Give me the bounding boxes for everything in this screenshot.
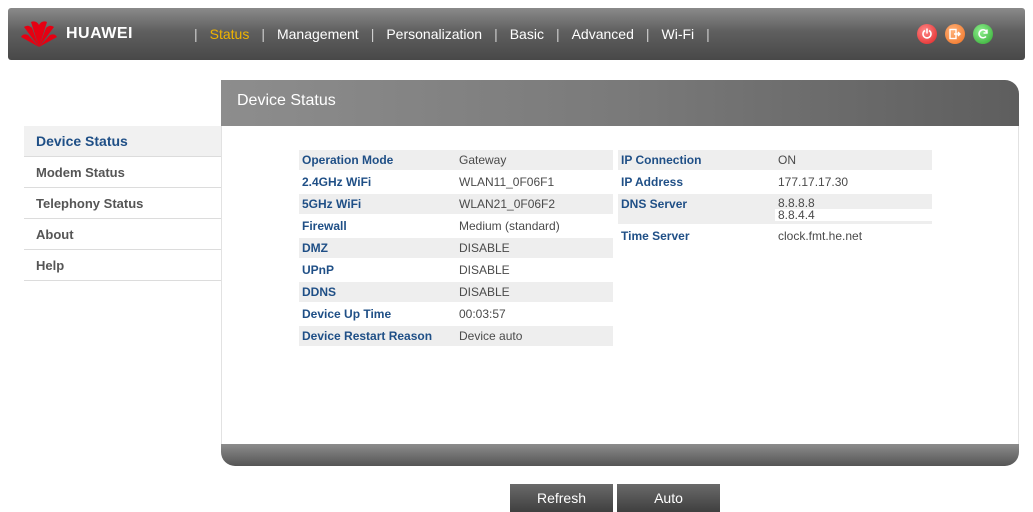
status-table-right: IP Connection ON IP Address 177.17.17.30 D… — [618, 148, 932, 248]
nav-separator: | — [194, 26, 198, 42]
ip-address-label: IP Address — [621, 175, 684, 189]
sidebar-item-telephony-status[interactable]: Telephony Status — [24, 188, 221, 219]
dns-server-value: 8.8.8.8 8.8.4.4 — [775, 194, 932, 224]
table-row: DDNS DISABLE — [299, 282, 613, 302]
nav-item-wifi[interactable]: Wi-Fi — [662, 26, 695, 42]
dns-server-label: DNS Server — [618, 194, 775, 224]
power-icon[interactable] — [917, 24, 937, 44]
status-label: 2.4GHz WiFi — [302, 175, 372, 189]
nav-separator: | — [370, 26, 375, 42]
nav-item-advanced[interactable]: Advanced — [572, 26, 634, 42]
refresh-icon[interactable] — [973, 24, 993, 44]
nav-separator: | — [645, 26, 650, 42]
refresh-button[interactable]: Refresh — [510, 484, 613, 512]
ip-connection-label: IP Connection — [618, 150, 775, 170]
nav-separator: | — [706, 26, 710, 42]
sidebar-item-help[interactable]: Help — [24, 250, 221, 281]
table-row: IP Address 177.17.17.30 — [618, 172, 932, 192]
status-label: UPnP — [302, 263, 335, 277]
table-row: DNS Server 8.8.8.8 8.8.4.4 — [618, 194, 932, 224]
main-nav: | Status | Management | Personalization … — [182, 8, 722, 60]
table-row: IP Connection ON — [618, 150, 932, 170]
panel-body: Operation Mode Gateway 2.4GHz WiFi WLAN11_… — [221, 126, 1019, 446]
sidebar-item-modem-status[interactable]: Modem Status — [24, 157, 221, 188]
table-row: Device Up Time 00:03:57 — [299, 304, 613, 324]
status-value: Gateway — [456, 150, 613, 170]
table-row: Firewall Medium (standard) — [299, 216, 613, 236]
status-table-left: Operation Mode Gateway 2.4GHz WiFi WLAN11_… — [299, 148, 613, 348]
nav-item-basic[interactable]: Basic — [510, 26, 544, 42]
dns-server-secondary: 8.8.4.4 — [775, 209, 932, 221]
nav-separator: | — [494, 26, 498, 42]
status-value: WLAN21_0F06F2 — [456, 194, 613, 214]
nav-separator: | — [261, 26, 265, 42]
status-label: Operation Mode — [299, 150, 456, 170]
status-value: Medium (standard) — [459, 219, 560, 233]
ip-connection-value: ON — [775, 150, 932, 170]
huawei-flower-icon — [21, 21, 57, 47]
table-row: 2.4GHz WiFi WLAN11_0F06F1 — [299, 172, 613, 192]
status-label: DDNS — [299, 282, 456, 302]
status-value: WLAN11_0F06F1 — [459, 175, 555, 189]
status-value: Device auto — [456, 326, 613, 346]
table-row: Time Server clock.fmt.he.net — [618, 226, 932, 246]
table-row: Operation Mode Gateway — [299, 150, 613, 170]
table-row: UPnP DISABLE — [299, 260, 613, 280]
top-navigation-bar: HUAWEI | Status | Management | Personali… — [8, 8, 1025, 60]
time-server-label: Time Server — [621, 229, 690, 243]
nav-item-management[interactable]: Management — [277, 26, 359, 42]
status-label: Firewall — [302, 219, 347, 233]
status-value: DISABLE — [459, 263, 510, 277]
panel-header: Device Status — [221, 80, 1019, 126]
device-status-panel: Device Status Operation Mode Gateway 2.4G… — [221, 80, 1019, 466]
status-label: Device Restart Reason — [299, 326, 456, 346]
time-server-value: clock.fmt.he.net — [778, 229, 863, 243]
huawei-logo[interactable]: HUAWEI — [20, 18, 133, 50]
sidebar-item-device-status[interactable]: Device Status — [24, 126, 221, 157]
auto-button[interactable]: Auto — [617, 484, 720, 512]
status-label: 5GHz WiFi — [299, 194, 456, 214]
panel-footer — [221, 444, 1019, 466]
status-value: DISABLE — [456, 238, 613, 258]
top-actions — [917, 24, 993, 44]
table-row: Device Restart Reason Device auto — [299, 326, 613, 346]
nav-separator: | — [555, 26, 560, 42]
status-label: DMZ — [299, 238, 456, 258]
table-row: 5GHz WiFi WLAN21_0F06F2 — [299, 194, 613, 214]
status-value: 00:03:57 — [459, 307, 506, 321]
table-row: DMZ DISABLE — [299, 238, 613, 258]
brand-name: HUAWEI — [66, 25, 133, 42]
panel-title: Device Status — [237, 92, 336, 109]
ip-address-value: 177.17.17.30 — [778, 175, 849, 189]
nav-item-status[interactable]: Status — [210, 26, 250, 42]
status-value: DISABLE — [456, 282, 613, 302]
status-label: Device Up Time — [302, 307, 392, 321]
sidebar: Device Status Modem Status Telephony Sta… — [24, 126, 221, 281]
exit-icon[interactable] — [945, 24, 965, 44]
sidebar-item-about[interactable]: About — [24, 219, 221, 250]
nav-item-personalization[interactable]: Personalization — [386, 26, 482, 42]
